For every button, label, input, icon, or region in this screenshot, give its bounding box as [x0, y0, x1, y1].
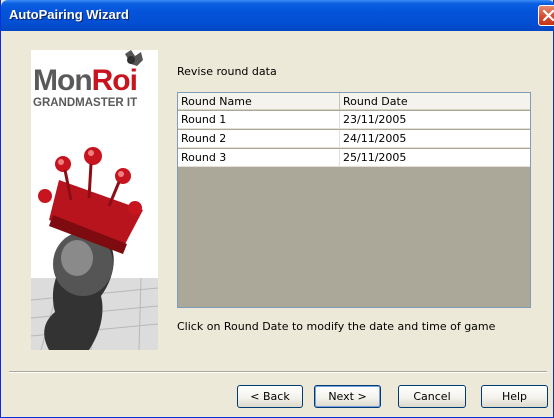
table-row[interactable]: Round 2 24/11/2005: [178, 130, 530, 148]
round-name-cell[interactable]: Round 3: [178, 149, 340, 167]
rounds-grid[interactable]: Round Name Round Date Round 1 23/11/2005…: [177, 92, 531, 308]
next-button[interactable]: Next >: [314, 385, 381, 408]
footer-separator: [9, 371, 547, 373]
brand-accent: Roi: [91, 64, 138, 97]
column-header-round-date[interactable]: Round Date: [340, 93, 530, 110]
table-row[interactable]: Round 1 23/11/2005: [178, 111, 530, 129]
window-title: AutoPairing Wizard: [9, 7, 129, 22]
column-header-round-name[interactable]: Round Name: [178, 93, 340, 110]
table-row[interactable]: Round 3 25/11/2005: [178, 149, 530, 167]
wizard-window: AutoPairing Wizard MonRoi GRANDMASTER IT…: [0, 0, 554, 418]
help-button[interactable]: Help: [481, 385, 548, 408]
logo-panel: MonRoi GRANDMASTER IT: [31, 50, 158, 350]
round-date-cell[interactable]: 25/11/2005: [340, 149, 530, 167]
grid-header: Round Name Round Date: [178, 93, 530, 110]
instruction-label: Revise round data: [177, 65, 277, 78]
round-name-cell[interactable]: Round 1: [178, 111, 340, 129]
cancel-button[interactable]: Cancel: [398, 385, 466, 408]
round-name-cell[interactable]: Round 2: [178, 130, 340, 148]
hint-text: Click on Round Date to modify the date a…: [177, 320, 496, 333]
title-bar[interactable]: AutoPairing Wizard: [1, 0, 554, 31]
back-button[interactable]: < Back: [237, 385, 303, 408]
brand-tagline: GRANDMASTER IT: [33, 97, 138, 109]
round-date-cell[interactable]: 23/11/2005: [340, 111, 530, 129]
round-date-cell[interactable]: 24/11/2005: [340, 130, 530, 148]
brand-name: MonRoi: [33, 64, 138, 98]
close-icon: [542, 9, 554, 22]
close-button[interactable]: [538, 5, 554, 26]
brand-prefix: Mon: [33, 64, 93, 97]
